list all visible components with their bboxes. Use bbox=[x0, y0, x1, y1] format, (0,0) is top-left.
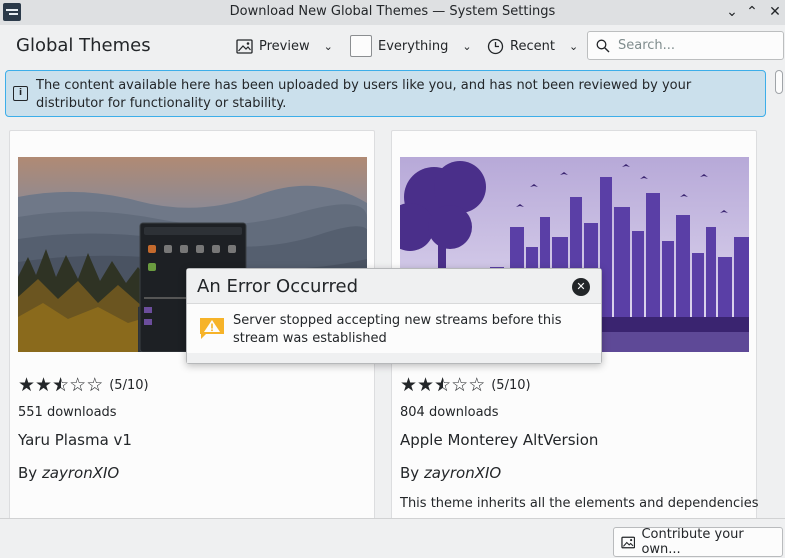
dialog-title: An Error Occurred bbox=[197, 276, 358, 297]
star-empty-icon: ☆ bbox=[468, 374, 486, 396]
theme-description: This theme inherits all the elements and… bbox=[400, 496, 759, 511]
dialog-message: Server stopped accepting new streams bef… bbox=[233, 313, 562, 346]
author-link[interactable]: zayronXIO bbox=[424, 464, 501, 482]
star-rating: ★ ★ ☆★ ☆ ☆ (5/10) bbox=[400, 375, 531, 395]
checkbox-icon bbox=[350, 35, 372, 57]
warning-icon bbox=[200, 318, 224, 339]
star-empty-icon: ☆ bbox=[86, 374, 104, 396]
scrollbar-handle[interactable] bbox=[775, 70, 783, 94]
rating-text: (5/10) bbox=[109, 377, 149, 393]
minimize-button[interactable]: ⌄ bbox=[722, 2, 742, 22]
maximize-button[interactable]: ⌃ bbox=[742, 2, 762, 22]
contribute-button[interactable]: Contribute your own... bbox=[613, 527, 783, 557]
star-rating: ★ ★ ☆★ ☆ ☆ (5/10) bbox=[18, 375, 149, 395]
theme-author: By zayronXIO bbox=[18, 464, 119, 482]
window-title: Download New Global Themes — System Sett… bbox=[229, 4, 556, 19]
sort-label: Recent bbox=[510, 38, 555, 54]
theme-author: By zayronXIO bbox=[400, 464, 501, 482]
search-input[interactable] bbox=[618, 38, 768, 53]
theme-name: Yaru Plasma v1 bbox=[18, 431, 132, 449]
download-count: 551 downloads bbox=[18, 405, 117, 420]
search-icon bbox=[596, 39, 610, 52]
contribute-label: Contribute your own... bbox=[641, 527, 744, 557]
info-banner: i The content available here has been up… bbox=[5, 70, 766, 117]
rating-text: (5/10) bbox=[491, 377, 531, 393]
title-bar: Download New Global Themes — System Sett… bbox=[0, 0, 785, 25]
star-filled-icon: ★ bbox=[400, 374, 418, 396]
close-window-button[interactable]: ✕ bbox=[765, 2, 785, 22]
star-empty-icon: ☆ bbox=[451, 374, 469, 396]
preview-dropdown[interactable]: Preview ⌄ bbox=[236, 32, 333, 60]
chevron-down-icon: ⌄ bbox=[323, 39, 333, 53]
chevron-down-icon: ⌄ bbox=[568, 39, 579, 53]
star-half-icon: ☆★ bbox=[52, 374, 70, 396]
theme-name: Apple Monterey AltVersion bbox=[400, 431, 599, 449]
star-filled-icon: ★ bbox=[35, 374, 53, 396]
close-icon[interactable]: ✕ bbox=[572, 278, 590, 296]
download-count: 804 downloads bbox=[400, 405, 499, 420]
by-label: By bbox=[18, 464, 42, 482]
filter-label: Everything bbox=[378, 38, 449, 54]
dialog-footer bbox=[187, 353, 601, 363]
sort-dropdown[interactable]: Recent ⌄ bbox=[487, 32, 578, 60]
banner-text: The content available here has been uplo… bbox=[36, 78, 692, 111]
clock-icon bbox=[487, 38, 504, 54]
filter-dropdown[interactable]: Everything ⌄ bbox=[350, 32, 472, 60]
star-half-icon: ☆★ bbox=[434, 374, 452, 396]
star-filled-icon: ★ bbox=[417, 374, 435, 396]
toolbar: Global Themes Preview ⌄ Everything ⌄ Rec… bbox=[0, 25, 785, 67]
bottom-bar: Contribute your own... bbox=[0, 518, 785, 558]
image-icon bbox=[236, 38, 253, 54]
star-filled-icon: ★ bbox=[18, 374, 36, 396]
info-icon: i bbox=[13, 86, 28, 101]
chevron-down-icon: ⌄ bbox=[462, 39, 472, 53]
page-title: Global Themes bbox=[16, 35, 151, 56]
preview-label: Preview bbox=[259, 38, 310, 54]
by-label: By bbox=[400, 464, 424, 482]
image-upload-icon bbox=[621, 536, 636, 548]
dialog-header: An Error Occurred ✕ bbox=[187, 269, 601, 304]
vertical-scrollbar[interactable] bbox=[771, 68, 785, 520]
error-dialog: An Error Occurred ✕ Server stopped accep… bbox=[186, 268, 602, 364]
author-link[interactable]: zayronXIO bbox=[42, 464, 119, 482]
star-empty-icon: ☆ bbox=[69, 374, 87, 396]
dialog-body: Server stopped accepting new streams bef… bbox=[187, 304, 601, 352]
search-field[interactable] bbox=[587, 31, 784, 60]
